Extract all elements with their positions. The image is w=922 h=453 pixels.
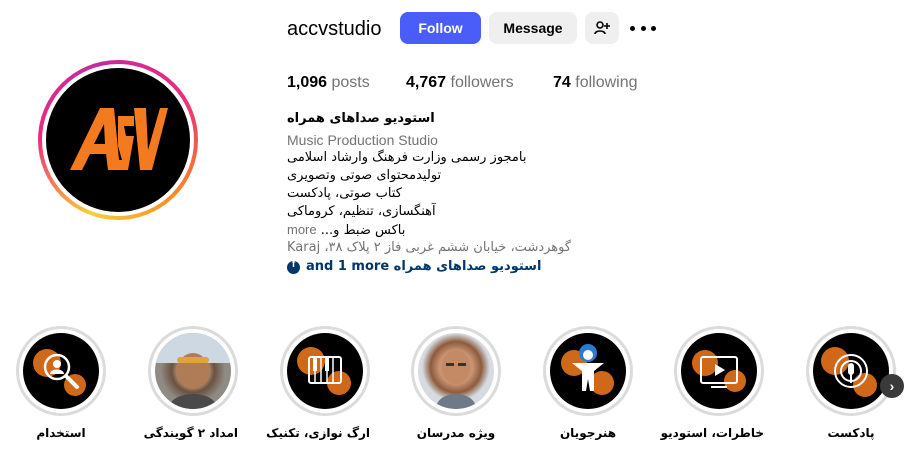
microphone-icon — [813, 333, 889, 409]
bio-truncated-text: باکس ضبط و... — [320, 223, 406, 238]
bio-line: کتاب صوتی، پادکست — [287, 186, 402, 201]
profile-links[interactable]: f استودیو صداهای همراه and 1 more — [287, 258, 587, 276]
highlight-item[interactable]: امداد ۲ گویندگی — [143, 326, 238, 440]
category-label: Music Production Studio — [287, 132, 438, 148]
highlight-label: ویژه مدرسان — [416, 426, 496, 440]
followers-label: followers — [450, 74, 514, 91]
add-user-button[interactable] — [585, 12, 619, 44]
posts-label: posts — [331, 74, 370, 91]
posts-count: 1,096 — [287, 74, 328, 91]
follow-button[interactable]: Follow — [400, 12, 481, 44]
bio-last-line: باکس ضبط و... more — [287, 221, 587, 240]
highlight-label: خاطرات، استودیو — [660, 426, 764, 440]
address: گوهردشت، خیابان ششم غربی فاز ۲ پلاک ۳۸، … — [287, 240, 572, 255]
posts-stat: 1,096 posts — [287, 74, 370, 92]
highlights-next-button[interactable]: › — [880, 374, 904, 398]
username: accvstudio — [287, 18, 382, 40]
highlight-label: پادکست — [827, 426, 875, 440]
highlight-item[interactable]: ویژه مدرسان — [411, 326, 501, 440]
highlight-label: استخدام — [36, 426, 86, 440]
teacher-photo — [418, 333, 494, 409]
highlight-label: ارگ نوازی، تکنیک — [266, 426, 370, 440]
person-photo — [155, 333, 231, 409]
highlight-label: هنرجویان — [559, 426, 617, 440]
full-name: استودیو صداهای همراه — [287, 111, 435, 126]
following-label: following — [575, 74, 638, 91]
highlight-item[interactable]: خاطرات، استودیو — [660, 326, 764, 440]
search-person-icon — [23, 333, 99, 409]
highlight-item[interactable]: هنرجویان — [543, 326, 633, 440]
bio-line: بامجوز رسمی وزارت فرهنگ وارشاد اسلامی — [287, 150, 527, 165]
highlight-label: امداد ۲ گویندگی — [143, 426, 238, 440]
bio-line: تولیدمحتوای صوتی وتصویری — [287, 168, 442, 183]
avatar-image — [46, 68, 190, 212]
chevron-right-icon: › — [889, 378, 895, 394]
bio-line: آهنگسازی، تنظیم، کروماکی — [287, 204, 436, 219]
followers-count: 4,767 — [406, 74, 447, 91]
followers-stat[interactable]: 4,767 followers — [406, 74, 514, 92]
profile-avatar[interactable] — [38, 60, 198, 220]
student-icon — [550, 333, 626, 409]
facebook-icon: f — [287, 260, 300, 274]
highlight-item[interactable]: ارگ نوازی، تکنیک — [266, 326, 370, 440]
video-player-icon — [681, 333, 757, 409]
ellipsis-icon — [630, 25, 635, 31]
person-plus-icon — [594, 21, 610, 35]
links-text: استودیو صداهای همراه and 1 more — [306, 259, 542, 274]
bio-more-link[interactable]: more — [287, 222, 317, 237]
piano-icon — [287, 333, 363, 409]
following-count: 74 — [553, 74, 571, 91]
more-options-button[interactable] — [630, 18, 656, 38]
highlight-item[interactable]: استخدام — [16, 326, 106, 440]
following-stat[interactable]: 74 following — [553, 74, 638, 92]
asv-logo-icon — [70, 108, 168, 170]
message-button[interactable]: Message — [489, 12, 577, 44]
